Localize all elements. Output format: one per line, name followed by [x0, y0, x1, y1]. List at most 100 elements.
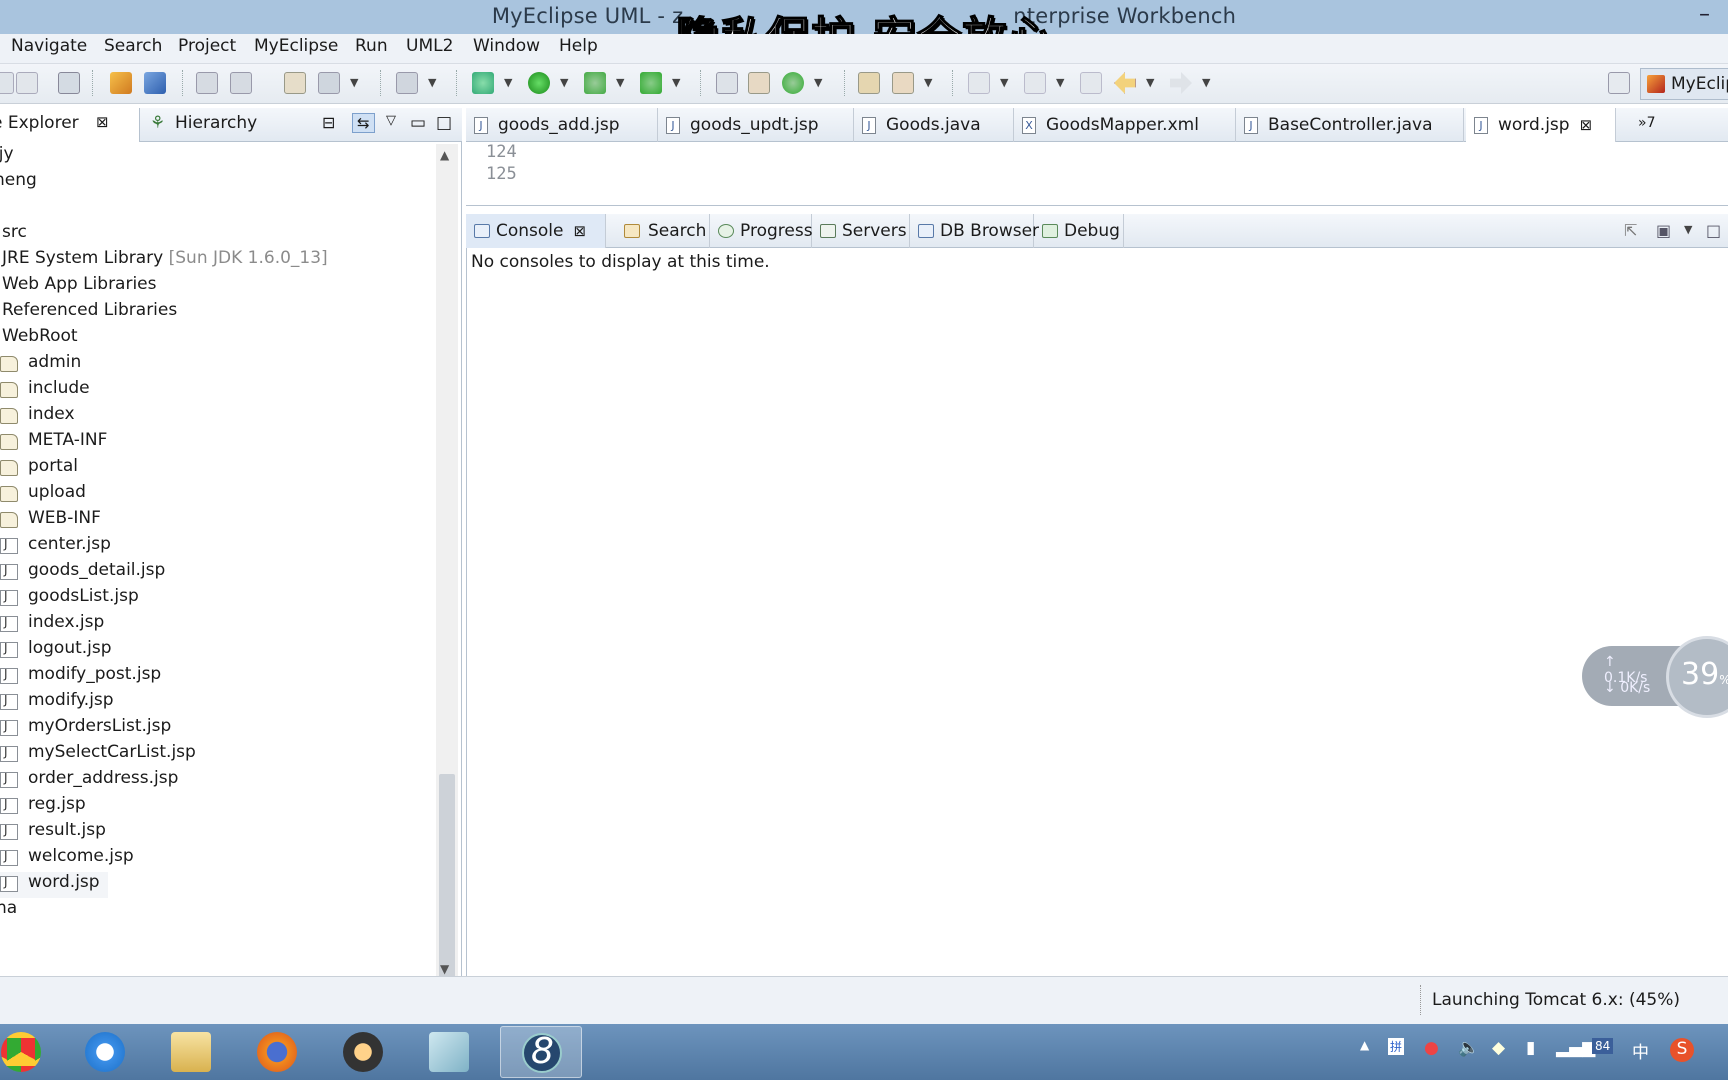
new-package-icon[interactable] — [110, 72, 132, 94]
minimize-button[interactable]: – — [1699, 2, 1710, 27]
tree-folder-include[interactable]: include — [0, 378, 90, 404]
tab-servers[interactable]: Servers — [812, 214, 910, 248]
chevron-down-icon[interactable]: ▼ — [350, 76, 358, 89]
tab-package-explorer-label[interactable]: e Explorer — [0, 113, 79, 133]
chevron-down-icon[interactable]: ▼ — [1202, 76, 1210, 89]
security-icon[interactable]: ● — [1424, 1038, 1439, 1058]
menu-myeclipse[interactable]: MyEclipse — [254, 36, 338, 56]
deploy-icon[interactable] — [284, 72, 306, 94]
input-method-icon[interactable]: 拼 — [1388, 1038, 1405, 1055]
tree-folder-upload[interactable]: upload — [0, 482, 86, 508]
tree-item-src[interactable]: src — [2, 222, 27, 248]
menu-project[interactable]: Project — [178, 36, 236, 56]
tree-file-goodslist-jsp[interactable]: goodsList.jsp — [0, 586, 139, 612]
tree-file-myorderslist-jsp[interactable]: myOrdersList.jsp — [0, 716, 171, 742]
code-editor[interactable]: 124 125 — [466, 142, 1728, 206]
tree-file-modify-post-jsp[interactable]: modify_post.jsp — [0, 664, 161, 690]
tab-goodsmapper-xml[interactable]: X GoodsMapper.xml — [1014, 108, 1236, 142]
more-tabs-button[interactable]: »7 — [1628, 108, 1688, 142]
chrome-icon[interactable] — [0, 1026, 62, 1078]
qq-icon[interactable] — [322, 1026, 404, 1078]
tree-scrollbar[interactable]: ▲ ▼ — [436, 144, 458, 1034]
coverage-icon[interactable] — [640, 72, 662, 94]
menu-navigate[interactable]: Navigate — [11, 36, 87, 56]
network-shield-icon[interactable]: ◆ — [1492, 1038, 1505, 1058]
prev-annotation-icon[interactable] — [1024, 72, 1046, 94]
close-icon[interactable]: ⊠ — [574, 222, 587, 240]
menu-help[interactable]: Help — [559, 36, 598, 56]
chevron-down-icon[interactable]: ▼ — [1056, 76, 1064, 89]
tree-item-web-app-libraries[interactable]: Web App Libraries — [2, 274, 157, 300]
tree-folder-meta-inf[interactable]: META-INF — [0, 430, 107, 456]
link-editor-icon[interactable]: ⇆ — [352, 113, 375, 133]
clock-badge[interactable]: 84 — [1592, 1038, 1614, 1054]
maximize-view-icon[interactable]: □ — [1706, 221, 1721, 240]
tree-file-word-jsp[interactable]: word.jsp — [0, 872, 108, 898]
tree-file-modify-jsp[interactable]: modify.jsp — [0, 690, 114, 716]
new-class-icon[interactable] — [144, 72, 166, 94]
back-arrow-icon[interactable] — [1114, 72, 1136, 94]
perspective-switcher[interactable]: MyEclip — [1640, 68, 1728, 100]
menu-run[interactable]: Run — [355, 36, 388, 56]
forward-arrow-icon[interactable] — [1170, 72, 1192, 94]
scroll-up-icon[interactable]: ▲ — [440, 148, 449, 162]
chevron-down-icon[interactable]: ▼ — [1146, 76, 1154, 89]
binary-icon[interactable] — [58, 72, 80, 94]
hierarchy-icon[interactable] — [716, 72, 738, 94]
myeclipse-icon[interactable]: 8 — [500, 1026, 582, 1078]
open-folder-icon[interactable] — [858, 72, 880, 94]
tab-debug[interactable]: Debug — [1034, 214, 1124, 248]
server-icon[interactable] — [318, 72, 340, 94]
uml-icon[interactable] — [748, 72, 770, 94]
tab-db-browser[interactable]: DB Browser — [910, 214, 1039, 248]
chevron-down-icon[interactable]: ▼ — [504, 76, 512, 89]
chevron-down-icon[interactable]: ▼ — [924, 76, 932, 89]
tree-file-result-jsp[interactable]: result.jsp — [0, 820, 106, 846]
tree-file-center-jsp[interactable]: center.jsp — [0, 534, 111, 560]
tab-goods-add-jsp[interactable]: Jgoods_add.jsp — [466, 108, 658, 142]
tab-word-jsp[interactable]: Jword.jsp ⊠ — [1466, 108, 1616, 142]
print-icon[interactable] — [16, 72, 38, 94]
chevron-down-icon[interactable]: ▼ — [428, 76, 436, 89]
refresh-green-icon[interactable] — [782, 72, 804, 94]
signal-icon[interactable]: ▂▄▆ — [1556, 1038, 1595, 1058]
debug-icon[interactable] — [472, 72, 494, 94]
tree-item-jre-library[interactable]: JRE System Library [Sun JDK 1.6.0_13] — [2, 248, 328, 274]
next-annotation-icon[interactable] — [968, 72, 990, 94]
save-icon[interactable] — [0, 72, 14, 94]
chevron-down-icon[interactable]: ▼ — [616, 76, 624, 89]
minimize-view-icon[interactable]: ▭ — [410, 113, 426, 133]
run-external-icon[interactable] — [584, 72, 606, 94]
open-perspective-icon[interactable] — [1608, 72, 1630, 94]
tree-file-reg-jsp[interactable]: reg.jsp — [0, 794, 86, 820]
tree-folder-portal[interactable]: portal — [0, 456, 78, 482]
tab-progress[interactable]: Progress — [710, 214, 813, 248]
tree-file-goods-detail-jsp[interactable]: goods_detail.jsp — [0, 560, 165, 586]
show-hidden-icons[interactable]: ▲ — [1360, 1038, 1369, 1052]
maximize-view-icon[interactable]: □ — [436, 113, 452, 133]
tree-item[interactable]: jjy — [0, 144, 14, 170]
battery-icon[interactable]: ▮ — [1526, 1038, 1535, 1058]
view-menu-icon[interactable]: ▽ — [386, 113, 396, 128]
collapse-all-icon[interactable]: ⊟ — [322, 113, 335, 132]
brush-icon[interactable] — [892, 72, 914, 94]
browser-icon[interactable] — [396, 72, 418, 94]
sogou-icon[interactable]: S — [1670, 1038, 1694, 1062]
notepad-icon[interactable] — [408, 1026, 490, 1078]
file-explorer-icon[interactable] — [150, 1026, 232, 1078]
open-type-icon[interactable] — [196, 72, 218, 94]
tab-goods-java[interactable]: J Goods.java — [854, 108, 1014, 142]
chevron-down-icon[interactable]: ▼ — [560, 76, 568, 89]
tab-goods-updt-jsp[interactable]: Jgoods_updt.jsp — [658, 108, 854, 142]
chevron-down-icon[interactable]: ▼ — [1000, 76, 1008, 89]
firefox-icon[interactable] — [236, 1026, 318, 1078]
tab-console[interactable]: Console ⊠ — [466, 214, 606, 248]
tree-item-webroot[interactable]: WebRoot — [2, 326, 78, 352]
last-edit-icon[interactable] — [1080, 72, 1102, 94]
chevron-down-icon[interactable]: ▼ — [814, 76, 822, 89]
tree-folder-index[interactable]: index — [0, 404, 75, 430]
pin-console-icon[interactable]: ⇱ — [1624, 221, 1637, 240]
tab-search[interactable]: Search — [616, 214, 710, 248]
menu-uml2[interactable]: UML2 — [406, 36, 453, 56]
tree-file-index-jsp[interactable]: index.jsp — [0, 612, 104, 638]
